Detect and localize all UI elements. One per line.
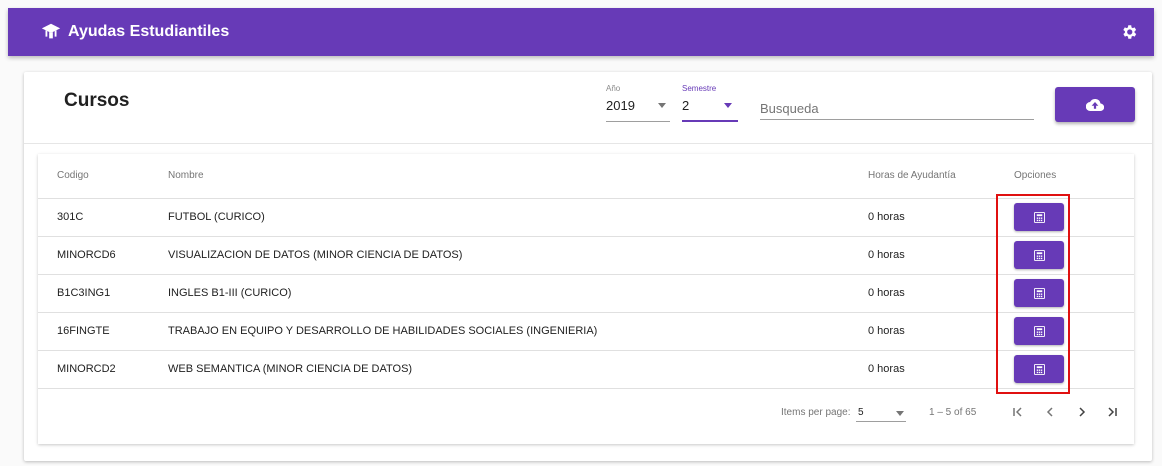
- calculator-icon: [1033, 363, 1045, 375]
- chevron-left-icon: [1046, 407, 1053, 417]
- page-size-value: 5: [858, 407, 864, 418]
- cell-name: TRABAJO EN EQUIPO Y DESARROLLO DE HABILI…: [168, 312, 868, 351]
- column-header-options: Opciones: [1014, 154, 1134, 199]
- cell-code: 301C: [38, 198, 168, 237]
- table-header-row: Codigo Nombre Horas de Ayudantía Opcione…: [38, 154, 1134, 199]
- calculate-hours-button[interactable]: [1014, 317, 1064, 345]
- dropdown-arrow-icon: [896, 411, 904, 416]
- cell-hours: 0 horas: [868, 198, 1014, 237]
- settings-button[interactable]: [1118, 21, 1140, 43]
- calculate-hours-button[interactable]: [1014, 241, 1064, 269]
- courses-card: Cursos Año 2019 Semestre 2 Codigo: [24, 72, 1152, 461]
- first-page-icon: [1013, 407, 1022, 417]
- previous-page-button[interactable]: [1038, 401, 1062, 423]
- gear-icon: [1123, 25, 1137, 39]
- calculator-icon: [1033, 325, 1045, 337]
- cell-name: FUTBOL (CURICO): [168, 198, 868, 237]
- last-page-button[interactable]: [1100, 401, 1124, 423]
- cell-code: 16FINGTE: [38, 312, 168, 351]
- table-row: 301C FUTBOL (CURICO) 0 horas: [38, 198, 1134, 237]
- app-title: Ayudas Estudiantiles: [68, 23, 230, 40]
- paginator: Items per page: 5 1 – 5 of 65: [38, 390, 1134, 440]
- table-row: MINORCD2 WEB SEMANTICA (MINOR CIENCIA DE…: [38, 350, 1134, 389]
- semester-value: 2: [682, 98, 690, 113]
- calculator-icon: [1033, 211, 1045, 223]
- cell-hours: 0 horas: [868, 350, 1014, 389]
- courses-table: Codigo Nombre Horas de Ayudantía Opcione…: [38, 154, 1134, 389]
- cell-hours: 0 horas: [868, 236, 1014, 275]
- search-input[interactable]: [760, 98, 1034, 120]
- cell-name: VISUALIZACION DE DATOS (MINOR CIENCIA DE…: [168, 236, 868, 275]
- items-per-page-label: Items per page:: [781, 407, 851, 418]
- table-row: MINORCD6 VISUALIZACION DE DATOS (MINOR C…: [38, 236, 1134, 275]
- column-header-code: Codigo: [38, 154, 168, 199]
- card-header: Cursos Año 2019 Semestre 2: [24, 72, 1152, 144]
- cell-hours: 0 horas: [868, 312, 1014, 351]
- calculate-hours-button[interactable]: [1014, 279, 1064, 307]
- column-header-hours: Horas de Ayudantía: [868, 154, 1014, 199]
- semester-label: Semestre: [682, 84, 717, 93]
- cell-name: INGLES B1-III (CURICO): [168, 274, 868, 313]
- table-row: 16FINGTE TRABAJO EN EQUIPO Y DESARROLLO …: [38, 312, 1134, 351]
- calculator-icon: [1033, 287, 1045, 299]
- calculate-hours-button[interactable]: [1014, 355, 1064, 383]
- graduation-cap-icon: [41, 23, 61, 39]
- cell-name: WEB SEMANTICA (MINOR CIENCIA DE DATOS): [168, 350, 868, 389]
- year-label: Año: [606, 84, 621, 93]
- app-toolbar: Ayudas Estudiantiles: [8, 8, 1154, 56]
- cell-code: B1C3ING1: [38, 274, 168, 313]
- calculator-icon: [1033, 249, 1045, 261]
- last-page-icon: [1108, 407, 1117, 417]
- calculate-hours-button[interactable]: [1014, 203, 1064, 231]
- page-range-label: 1 – 5 of 65: [929, 407, 977, 418]
- courses-table-container: Codigo Nombre Horas de Ayudantía Opcione…: [38, 154, 1134, 444]
- dropdown-arrow-icon: [724, 103, 732, 108]
- cell-code: MINORCD2: [38, 350, 168, 389]
- upload-button[interactable]: [1055, 87, 1135, 122]
- next-page-button[interactable]: [1070, 401, 1094, 423]
- semester-select[interactable]: Semestre 2: [682, 84, 738, 122]
- page-size-select[interactable]: 5: [856, 402, 906, 422]
- first-page-button[interactable]: [1006, 401, 1030, 423]
- year-value: 2019: [606, 98, 635, 113]
- year-select[interactable]: Año 2019: [606, 84, 670, 122]
- chevron-right-icon: [1079, 407, 1086, 417]
- dropdown-arrow-icon: [658, 103, 666, 108]
- table-row: B1C3ING1 INGLES B1-III (CURICO) 0 horas: [38, 274, 1134, 313]
- column-header-name: Nombre: [168, 154, 868, 199]
- cell-code: MINORCD6: [38, 236, 168, 275]
- cell-hours: 0 horas: [868, 274, 1014, 313]
- cloud-upload-icon: [1086, 98, 1104, 111]
- page-title: Cursos: [64, 90, 130, 111]
